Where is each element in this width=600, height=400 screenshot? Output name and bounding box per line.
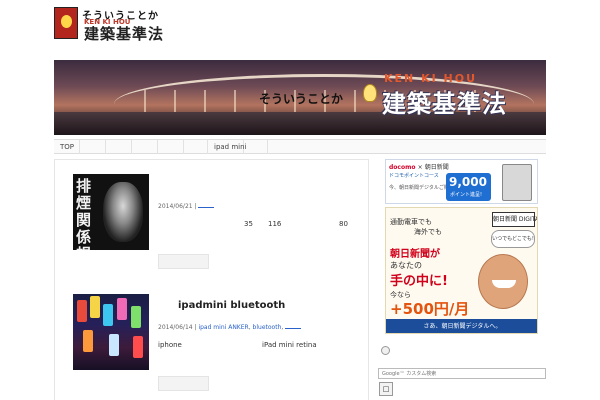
thumbnail-text: 排煙関係規定 [76,177,92,251]
docomo-logo: docomo [389,164,416,171]
ad-point-label: ドコモポイントコース [389,173,439,179]
docomo-ad-banner[interactable]: docomo × 朝日新聞 ドコモポイントコース 今、朝日新聞デジタルご購読で…… [385,159,538,204]
nav-item[interactable] [132,140,158,154]
header-banner[interactable]: そういうことか KEN KI HOU 建築基準法 [54,60,546,135]
banner-title: そういうことか KEN KI HOU 建築基準法 [259,72,544,128]
person-photo [478,254,528,309]
tag-link[interactable]: bluetooth [253,324,282,331]
neon-sign [83,330,93,352]
post-date: 2014/06/21 [158,203,193,210]
nav-item[interactable] [106,140,132,154]
search-button[interactable]: □ [379,382,393,396]
asahi-logo: 朝日新聞 [424,164,449,171]
neon-sign [90,296,100,318]
excerpt-text: 116 [268,220,282,228]
logo-main-text: 建築基準法 [84,25,165,43]
excerpt-text: 35 [244,220,253,228]
excerpt-text: iPad mini retina [262,341,317,349]
tag-link[interactable] [285,323,302,329]
site-logo[interactable]: そういうことか KEN KI HOU 建築基準法 [54,7,180,43]
nav-item[interactable] [244,140,268,154]
ad-brand: docomo × 朝日新聞 [389,162,449,171]
nav-item[interactable] [184,140,208,154]
ad-line1: 通勤電車でも [390,218,432,226]
tag-link[interactable]: ipad mini [198,324,226,331]
neon-sign [131,306,141,328]
ad-headline1: 朝日新聞が [390,249,440,260]
excerpt-text: iphone [158,341,182,349]
ad-line2: 海外でも [414,228,442,236]
ad-headline3: 手の中に! [390,274,448,289]
nav-item[interactable] [158,140,184,154]
neon-sign [103,304,113,326]
read-more-button[interactable] [158,376,209,391]
banner-top-text: そういうことか [259,92,344,106]
tag-link[interactable]: ANKER [228,324,249,331]
lightbulb-icon [363,84,377,102]
lightbulb-icon [54,7,78,39]
asahi-digital-ad[interactable]: 通勤電車でも 海外でも 朝日新聞 DIGITAL いつでもどこでも! 朝日新聞が… [385,207,538,334]
category-link[interactable] [198,202,215,208]
neon-sign [109,334,119,356]
main-nav: TOP ipad mini [54,139,546,154]
tablet-icon [502,164,532,201]
neon-sign [77,300,87,322]
read-more-button[interactable] [158,254,209,269]
neon-sign [133,336,143,358]
nav-item-ipad-mini[interactable]: ipad mini [208,140,247,154]
post-thumbnail[interactable]: 排煙関係規定 [73,174,149,250]
banner-main-text: 建築基準法 [382,90,507,118]
asahi-digital-logo: 朝日新聞 DIGITAL [492,212,537,227]
excerpt-text: 80 [339,220,348,228]
post-date: 2014/06/14 [158,324,193,331]
neon-sign [117,298,127,320]
ad-cta-bar[interactable]: さあ、朝日新聞デジタルへ。 [386,319,537,333]
post-meta: 2014/06/14 | ipad mini ANKER, bluetooth, [158,323,302,331]
nav-item[interactable] [80,140,106,154]
post-thumbnail[interactable] [73,294,149,370]
rss-icon[interactable] [381,346,390,355]
brand-separator: × [417,164,423,171]
post-meta: 2014/06/21 | [158,202,215,210]
nav-item-top[interactable]: TOP [54,140,80,154]
speech-bubble: いつでもどこでも! [491,230,535,248]
ad-points: 9,000 [449,175,487,189]
ad-points-label: ポイント進呈! [450,192,483,198]
post-title[interactable]: ipadmini bluetooth [178,300,285,311]
search-input[interactable] [378,368,546,379]
ad-price: +500円/月 [390,300,470,318]
